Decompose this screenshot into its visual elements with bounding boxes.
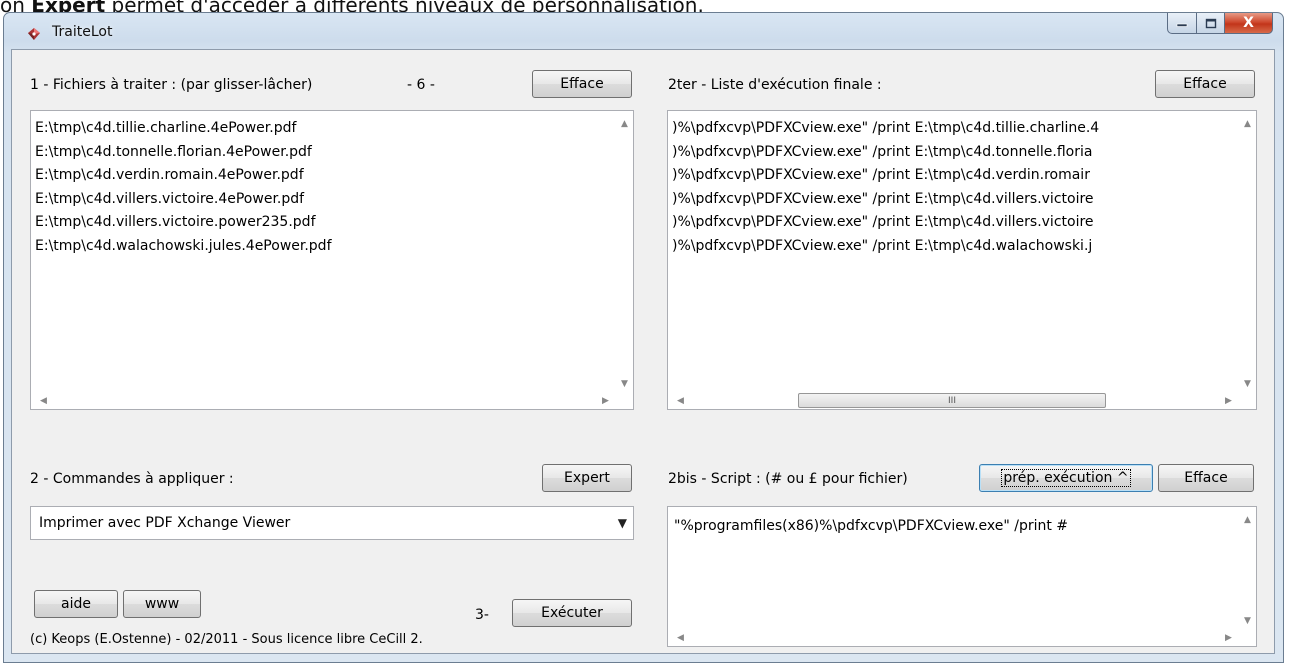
final-clear-button-label: Efface xyxy=(1183,76,1227,92)
grip-icon: III xyxy=(948,395,956,406)
scroll-right-icon[interactable]: ▶ xyxy=(1220,629,1237,646)
list-item[interactable]: E:\tmp\c4d.tonnelle.florian.4ePower.pdf xyxy=(35,141,611,165)
run-button-label: Exécuter xyxy=(541,605,603,621)
list-item[interactable]: E:\tmp\c4d.verdin.romain.4ePower.pdf xyxy=(35,164,611,188)
expert-button-label: Expert xyxy=(564,470,610,486)
close-button[interactable]: X xyxy=(1225,13,1273,34)
final-list-label: 2ter - Liste d'exécution finale : xyxy=(668,77,882,93)
copyright-text: (c) Keops (E.Ostenne) - 02/2011 - Sous l… xyxy=(30,632,423,647)
final-list: )%\pdfxcvp\PDFXCview.exe" /print E:\tmp\… xyxy=(672,117,1234,258)
final-clear-button[interactable]: Efface xyxy=(1155,70,1255,98)
list-item[interactable]: )%\pdfxcvp\PDFXCview.exe" /print E:\tmp\… xyxy=(672,164,1234,188)
app-icon xyxy=(28,28,40,40)
horizontal-scroll-thumb[interactable]: III xyxy=(798,393,1106,408)
help-button[interactable]: aide xyxy=(34,590,118,618)
scroll-up-icon[interactable]: ▲ xyxy=(1239,115,1256,132)
list-item[interactable]: )%\pdfxcvp\PDFXCview.exe" /print E:\tmp\… xyxy=(672,235,1234,259)
scroll-right-icon[interactable]: ▶ xyxy=(597,392,614,409)
help-button-label: aide xyxy=(61,596,91,612)
files-label: 1 - Fichiers à traiter : (par glisser-lâ… xyxy=(30,77,313,93)
list-item[interactable]: )%\pdfxcvp\PDFXCview.exe" /print E:\tmp\… xyxy=(672,188,1234,212)
final-vertical-scrollbar[interactable]: ▲ ▼ xyxy=(1239,111,1256,392)
scroll-left-icon[interactable]: ◀ xyxy=(35,392,52,409)
commands-dropdown[interactable]: Imprimer avec PDF Xchange Viewer ▼ xyxy=(30,506,634,540)
scroll-down-icon[interactable]: ▼ xyxy=(616,375,633,392)
list-item[interactable]: E:\tmp\c4d.tillie.charline.4ePower.pdf xyxy=(35,117,611,141)
script-horizontal-scrollbar[interactable]: ◀ ▶ xyxy=(668,629,1239,646)
client-area: 1 - Fichiers à traiter : (par glisser-lâ… xyxy=(11,49,1275,654)
list-item[interactable]: E:\tmp\c4d.villers.victoire.power235.pdf xyxy=(35,211,611,235)
scroll-up-icon[interactable]: ▲ xyxy=(1239,511,1256,528)
run-button[interactable]: Exécuter xyxy=(512,599,632,627)
commands-selected-value: Imprimer avec PDF Xchange Viewer xyxy=(39,515,291,531)
files-clear-button-label: Efface xyxy=(560,76,604,92)
scroll-down-icon[interactable]: ▼ xyxy=(1239,612,1256,629)
list-item[interactable]: E:\tmp\c4d.walachowski.jules.4ePower.pdf xyxy=(35,235,611,259)
traitelot-window: TraiteLot X 1 - Fichiers à traiter : (pa… xyxy=(3,12,1284,663)
final-listbox[interactable]: )%\pdfxcvp\PDFXCview.exe" /print E:\tmp\… xyxy=(667,110,1257,410)
scroll-down-icon[interactable]: ▼ xyxy=(1239,375,1256,392)
list-item[interactable]: )%\pdfxcvp\PDFXCview.exe" /print E:\tmp\… xyxy=(672,117,1234,141)
scroll-right-icon[interactable]: ▶ xyxy=(1220,392,1237,409)
close-icon: X xyxy=(1243,15,1254,31)
window-controls: X xyxy=(1167,13,1273,35)
script-clear-button[interactable]: Efface xyxy=(1158,464,1254,492)
maximize-icon xyxy=(1205,18,1216,28)
script-vertical-scrollbar[interactable]: ▲ ▼ xyxy=(1239,507,1256,629)
commands-label: 2 - Commandes à appliquer : xyxy=(30,471,234,487)
files-clear-button[interactable]: Efface xyxy=(532,70,632,98)
prep-execution-button-label: prép. exécution ^ xyxy=(1001,469,1131,487)
step-label: 3- xyxy=(475,607,489,623)
files-list: E:\tmp\c4d.tillie.charline.4ePower.pdf E… xyxy=(35,117,611,258)
files-count: - 6 - xyxy=(407,77,435,93)
scroll-left-icon[interactable]: ◀ xyxy=(672,392,689,409)
www-button[interactable]: www xyxy=(123,590,201,618)
chevron-down-icon[interactable]: ▼ xyxy=(618,516,627,530)
scroll-left-icon[interactable]: ◀ xyxy=(672,629,689,646)
window-title: TraiteLot xyxy=(52,24,113,40)
files-vertical-scrollbar[interactable]: ▲ ▼ xyxy=(616,111,633,392)
script-label: 2bis - Script : (# ou £ pour fichier) xyxy=(668,471,908,487)
prep-execution-button[interactable]: prép. exécution ^ xyxy=(979,464,1153,492)
maximize-button[interactable] xyxy=(1197,13,1225,34)
minimize-icon xyxy=(1176,23,1188,27)
script-text: "%programfiles(x86)%\pdfxcvp\PDFXCview.e… xyxy=(674,515,1234,539)
minimize-button[interactable] xyxy=(1167,13,1197,34)
list-item[interactable]: )%\pdfxcvp\PDFXCview.exe" /print E:\tmp\… xyxy=(672,211,1234,235)
script-textarea[interactable]: "%programfiles(x86)%\pdfxcvp\PDFXCview.e… xyxy=(667,506,1257,647)
list-item[interactable]: E:\tmp\c4d.villers.victoire.4ePower.pdf xyxy=(35,188,611,212)
expert-button[interactable]: Expert xyxy=(542,464,632,492)
files-listbox[interactable]: E:\tmp\c4d.tillie.charline.4ePower.pdf E… xyxy=(30,110,634,410)
www-button-label: www xyxy=(144,596,180,612)
scroll-up-icon[interactable]: ▲ xyxy=(616,115,633,132)
script-content: "%programfiles(x86)%\pdfxcvp\PDFXCview.e… xyxy=(674,518,1069,534)
final-horizontal-scrollbar[interactable]: ◀ III ▶ xyxy=(668,392,1239,409)
title-bar[interactable]: TraiteLot X xyxy=(4,13,1283,49)
script-clear-button-label: Efface xyxy=(1184,470,1228,486)
list-item[interactable]: )%\pdfxcvp\PDFXCview.exe" /print E:\tmp\… xyxy=(672,141,1234,165)
files-horizontal-scrollbar[interactable]: ◀ ▶ xyxy=(31,392,616,409)
